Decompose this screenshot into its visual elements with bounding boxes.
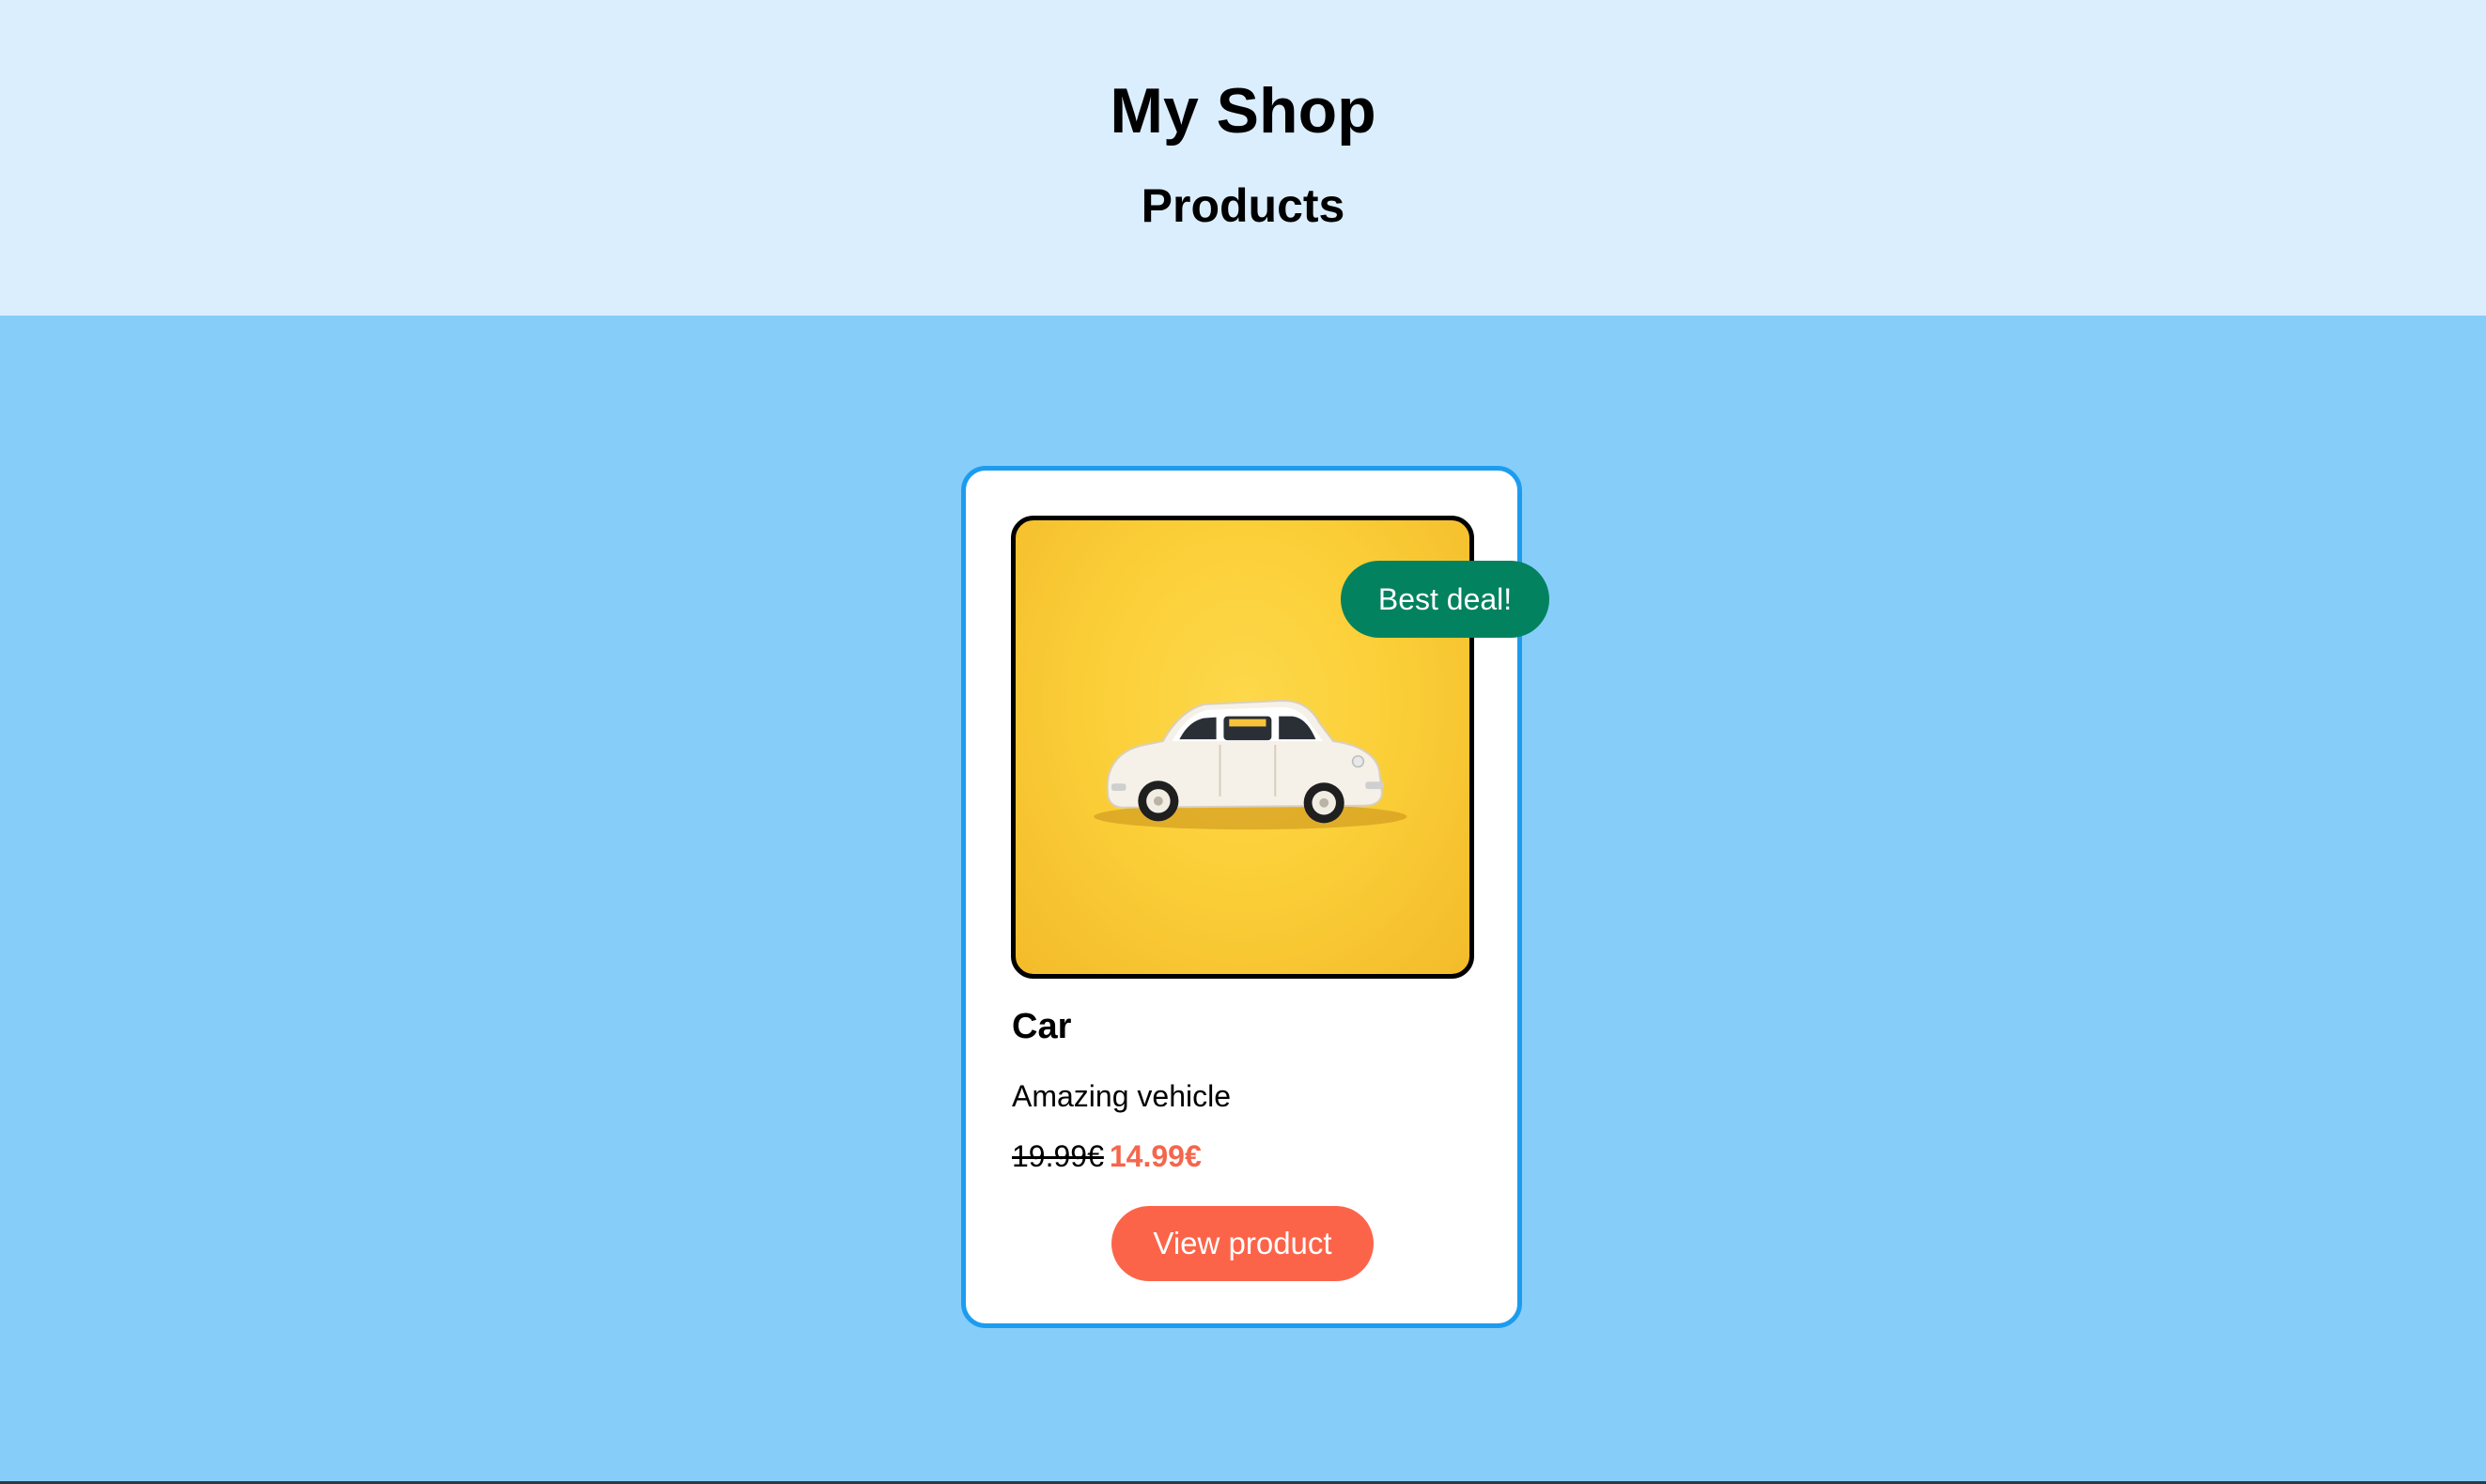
- best-deal-badge[interactable]: Best deal!: [1341, 561, 1549, 638]
- product-name: Car: [1012, 1007, 1072, 1046]
- product-description: Amazing vehicle: [1012, 1079, 1231, 1113]
- site-title: My Shop: [1110, 75, 1376, 147]
- page-header: My Shop Products: [0, 0, 2486, 316]
- price-row: 19.99€ 14.99€: [1012, 1136, 1202, 1176]
- view-product-button[interactable]: View product: [1111, 1206, 1374, 1281]
- old-price: 19.99€: [1012, 1139, 1104, 1173]
- section-title: Products: [1141, 179, 1345, 232]
- sale-price: 14.99€: [1109, 1139, 1202, 1173]
